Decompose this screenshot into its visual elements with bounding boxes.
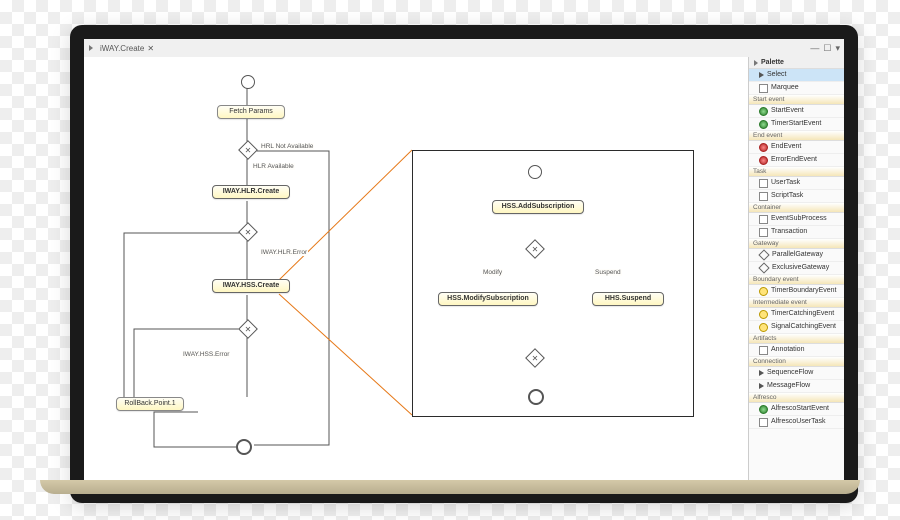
label-hlr-available: HLR Available <box>252 163 295 170</box>
timer-catching-icon <box>759 310 768 319</box>
task-iway-hss-create[interactable]: IWAY.HSS.Create <box>212 279 290 293</box>
item-script-task[interactable]: ScriptTask <box>749 190 844 203</box>
group-end-event[interactable]: End event <box>749 131 844 141</box>
label-modify: Modify <box>482 269 503 276</box>
tool-marquee[interactable]: Marquee <box>749 82 844 95</box>
gateway-1[interactable] <box>238 140 258 160</box>
group-container[interactable]: Container <box>749 203 844 213</box>
app-window: iWAY.Create ✕ — ☐ ▾ <box>70 25 858 503</box>
group-gateway[interactable]: Gateway <box>749 239 844 249</box>
timer-start-icon <box>759 120 768 129</box>
minimize-icon[interactable]: — <box>810 43 819 54</box>
gateway-3[interactable] <box>238 319 258 339</box>
window-controls: — ☐ ▾ <box>810 43 840 54</box>
end-event-icon <box>759 143 768 152</box>
task-iway-hlr-create[interactable]: IWAY.HLR.Create <box>212 185 290 199</box>
item-transaction[interactable]: Transaction <box>749 226 844 239</box>
group-artifacts[interactable]: Artifacts <box>749 334 844 344</box>
item-timer-boundary-event[interactable]: TimerBoundaryEvent <box>749 285 844 298</box>
item-parallel-gateway[interactable]: ParallelGateway <box>749 249 844 262</box>
item-message-flow[interactable]: MessageFlow <box>749 380 844 393</box>
menu-icon[interactable]: ▾ <box>835 43 840 54</box>
pointer-icon <box>759 72 764 78</box>
parallel-gateway-icon <box>758 249 769 260</box>
group-task[interactable]: Task <box>749 167 844 177</box>
subprocess-icon <box>759 215 768 224</box>
tab-title: iWAY.Create <box>100 44 144 53</box>
end-event[interactable] <box>236 439 252 455</box>
alfresco-start-icon <box>759 405 768 414</box>
item-timer-catching-event[interactable]: TimerCatchingEvent <box>749 308 844 321</box>
annotation-icon <box>759 346 768 355</box>
start-event-icon <box>759 107 768 116</box>
item-start-event[interactable]: StartEvent <box>749 105 844 118</box>
diagram-canvas[interactable]: Fetch Params HRL Not Available HLR Avail… <box>84 57 749 489</box>
transaction-icon <box>759 228 768 237</box>
group-boundary-event[interactable]: Boundary event <box>749 275 844 285</box>
item-event-sub-process[interactable]: EventSubProcess <box>749 213 844 226</box>
item-error-end-event[interactable]: ErrorEndEvent <box>749 154 844 167</box>
task-rollback-point[interactable]: RollBack.Point.1 <box>116 397 184 411</box>
task-hhs-suspend[interactable]: HHS.Suspend <box>592 292 664 306</box>
group-intermediate-event[interactable]: Intermediate event <box>749 298 844 308</box>
editor-tab[interactable]: iWAY.Create ✕ <box>100 44 154 53</box>
start-event[interactable] <box>241 75 255 89</box>
marquee-icon <box>759 84 768 93</box>
item-timer-start-event[interactable]: TimerStartEvent <box>749 118 844 131</box>
chevron-icon <box>754 60 758 66</box>
error-end-icon <box>759 156 768 165</box>
sub-start-event[interactable] <box>528 165 542 179</box>
tab-bar: iWAY.Create ✕ — ☐ ▾ <box>84 39 844 58</box>
item-signal-catching-event[interactable]: SignalCatchingEvent <box>749 321 844 334</box>
label-hlr-not-available: HRL Not Available <box>260 143 314 150</box>
timer-boundary-icon <box>759 287 768 296</box>
user-task-icon <box>759 179 768 188</box>
sub-end-event[interactable] <box>528 389 544 405</box>
item-sequence-flow[interactable]: SequenceFlow <box>749 367 844 380</box>
tool-select[interactable]: Select <box>749 69 844 82</box>
task-fetch-params[interactable]: Fetch Params <box>217 105 285 119</box>
subprocess-frame[interactable] <box>412 150 694 417</box>
message-flow-icon <box>759 383 764 389</box>
label-suspend: Suspend <box>594 269 622 276</box>
label-iway-hlr-error: IWAY.HLR.Error <box>260 249 308 256</box>
item-end-event[interactable]: EndEvent <box>749 141 844 154</box>
item-annotation[interactable]: Annotation <box>749 344 844 357</box>
group-connection[interactable]: Connection <box>749 357 844 367</box>
maximize-icon[interactable]: ☐ <box>823 43 831 54</box>
task-hss-add-subscription[interactable]: HSS.AddSubscription <box>492 200 584 214</box>
signal-catching-icon <box>759 323 768 332</box>
item-exclusive-gateway[interactable]: ExclusiveGateway <box>749 262 844 275</box>
task-hss-modify-subscription[interactable]: HSS.ModifySubscription <box>438 292 538 306</box>
sequence-flow-icon <box>759 370 764 376</box>
alfresco-task-icon <box>759 418 768 427</box>
gateway-2[interactable] <box>238 222 258 242</box>
script-task-icon <box>759 192 768 201</box>
item-user-task[interactable]: UserTask <box>749 177 844 190</box>
group-alfresco[interactable]: Alfresco <box>749 393 844 403</box>
item-alfresco-start-event[interactable]: AlfrescoStartEvent <box>749 403 844 416</box>
item-alfresco-user-task[interactable]: AlfrescoUserTask <box>749 416 844 429</box>
palette-header: Palette <box>749 57 844 69</box>
palette-panel: Palette Select Marquee Start event Start… <box>748 57 844 489</box>
exclusive-gateway-icon <box>758 262 769 273</box>
label-iway-hss-error: IWAY.HSS.Error <box>182 351 230 358</box>
group-start-event[interactable]: Start event <box>749 95 844 105</box>
laptop-base <box>40 480 860 494</box>
file-icon <box>89 45 93 51</box>
close-icon[interactable]: ✕ <box>147 44 154 53</box>
